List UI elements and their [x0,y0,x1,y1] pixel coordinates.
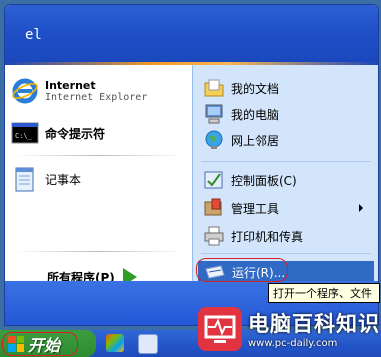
place-network[interactable]: 网上邻居 [203,129,279,151]
command-prompt-icon: C:\_ [11,119,39,147]
system-printers[interactable]: 打印机和传真 [203,225,303,247]
place-my-computer[interactable]: 我的电脑 [203,103,279,125]
system-label: 管理工具 [231,201,280,216]
watermark: 电脑百科知识 www.pc-daily.com [196,300,381,357]
pinned-item-title: 命令提示符 [45,126,106,141]
annotation-highlight [2,332,78,356]
notepad-icon [11,165,39,193]
system-label: 打印机和传真 [231,229,304,244]
watermark-title: 电脑百科知识 [248,312,380,336]
pinned-item-title: Internet [45,79,96,92]
network-places-icon [203,129,225,151]
system-control-panel[interactable]: 控制面板(C) [203,169,371,191]
place-label: 我的文档 [231,81,280,96]
pinned-command-prompt[interactable]: C:\_ 命令提示符 [11,119,105,147]
site-logo-icon [198,306,242,351]
separator [13,155,183,156]
admin-tools-icon [203,197,225,219]
internet-explorer-icon [11,77,39,105]
separator [201,161,371,162]
submenu-arrow-icon [359,204,363,212]
recent-item-notepad[interactable]: 记事本 [11,165,81,193]
recent-item-label: 记事本 [45,172,82,187]
svg-text:C:\_: C:\_ [15,132,33,140]
system-admin-tools[interactable]: 管理工具 [203,197,371,219]
start-menu: el Internet Internet Explorer C:\_ 命令提示符… [4,4,379,326]
programs-pane: Internet Internet Explorer C:\_ 命令提示符 记事… [5,65,192,281]
my-computer-icon [203,103,225,125]
pinned-item-subtitle: Internet Explorer [45,92,148,103]
printers-icon [203,225,225,247]
place-label: 我的电脑 [231,107,280,122]
place-label: 网上邻居 [231,133,280,148]
places-pane: 我的文档 我的电脑 网上邻居 控制面板(C) 管理工具 打印机和传真 [192,65,378,281]
user-name: el [25,27,42,43]
pinned-internet-explorer[interactable]: Internet Internet Explorer [11,77,147,105]
annotation-highlight [196,258,288,282]
my-documents-icon [203,77,225,99]
quick-launch-ie-icon[interactable] [138,334,158,354]
quick-launch-media-icon[interactable] [106,334,124,352]
separator [13,251,183,252]
start-menu-header: el [5,5,378,65]
place-my-documents[interactable]: 我的文档 [203,77,279,99]
separator [201,253,371,254]
system-label: 控制面板(C) [231,173,297,188]
watermark-url: www.pc-daily.com [248,338,338,349]
control-panel-icon [203,169,225,191]
